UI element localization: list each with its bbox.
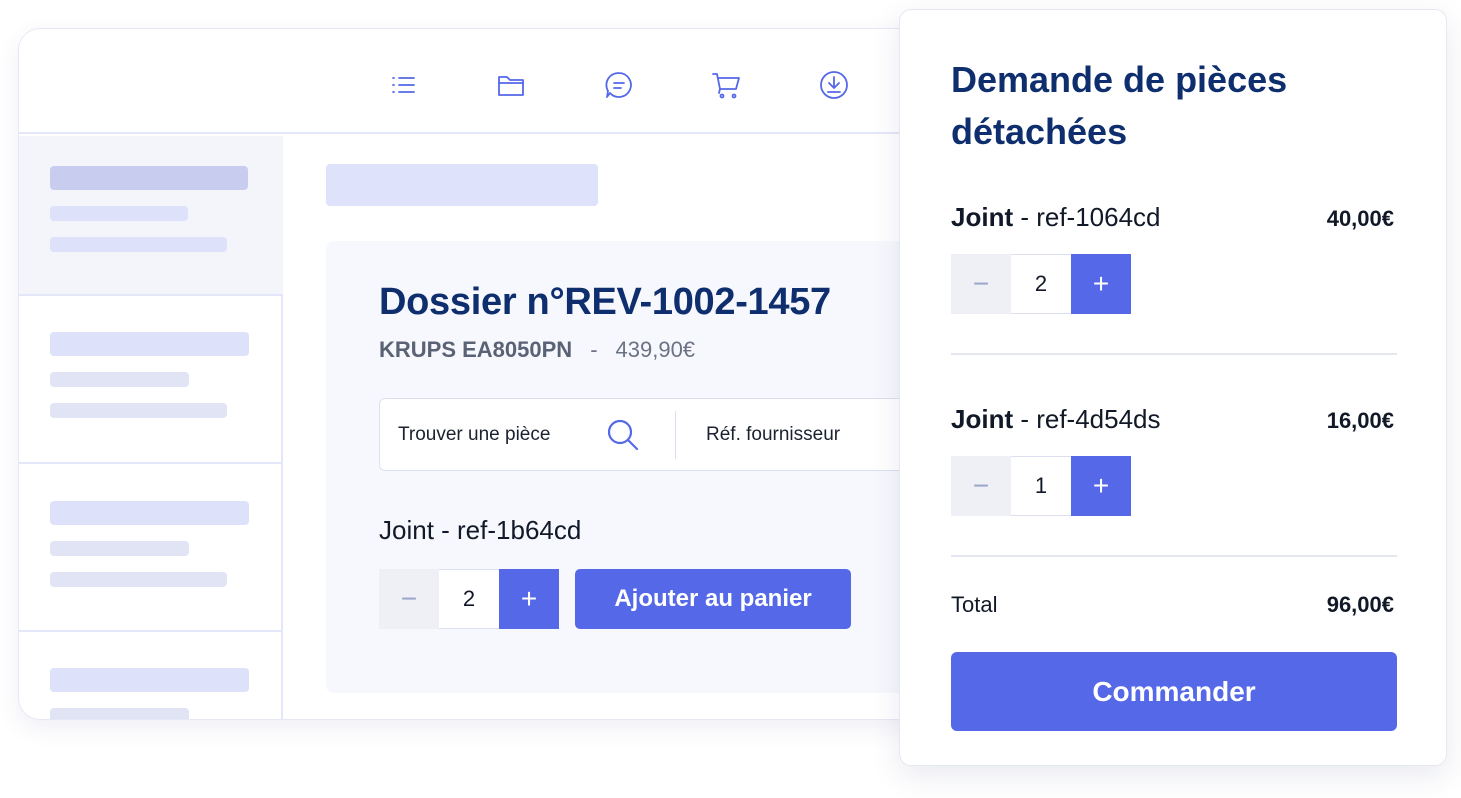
increment-button[interactable]: + — [1071, 456, 1131, 516]
cart-item-ref: - ref-4d54ds — [1013, 404, 1161, 434]
quantity-field[interactable]: 2 — [1011, 254, 1071, 314]
search-input[interactable]: Trouver une pièce — [398, 424, 550, 446]
supplier-ref-input[interactable]: Réf. fournisseur — [706, 424, 840, 446]
skeleton-line — [50, 501, 249, 525]
decrement-button[interactable]: − — [379, 569, 439, 629]
cart-item-name: Joint - ref-1064cd — [951, 202, 1161, 233]
cart-item-ref: - ref-1064cd — [1013, 202, 1161, 232]
skeleton-line — [50, 332, 249, 356]
search-icon[interactable] — [605, 417, 641, 453]
cart-item-price: 16,00€ — [1326, 408, 1394, 433]
app-window: Dossier n°REV-1002-1457 KRUPS EA8050PN -4… — [18, 28, 1018, 720]
cart-item-price: 40,00€ — [1326, 206, 1394, 231]
product-price: 439,90€ — [615, 337, 696, 362]
sidebar-item-active[interactable] — [19, 136, 283, 296]
cart-title: Demande de pièces détachées — [951, 59, 1288, 152]
order-button[interactable]: Commander — [951, 652, 1397, 731]
skeleton-line — [50, 206, 188, 221]
total-label: Total — [951, 592, 998, 617]
cart-icon[interactable] — [708, 67, 744, 103]
skeleton-line — [50, 668, 249, 692]
top-toolbar — [19, 29, 1017, 134]
part-label: Joint - ref-1b64cd — [379, 515, 582, 545]
skeleton-line — [50, 372, 189, 387]
download-icon[interactable] — [816, 67, 852, 103]
add-to-cart-button[interactable]: Ajouter au panier — [575, 569, 851, 629]
sidebar-item[interactable] — [19, 634, 283, 719]
product-model: KRUPS EA8050PN — [379, 337, 573, 362]
divider — [675, 411, 676, 459]
cart-item-name: Joint - ref-4d54ds — [951, 404, 1161, 435]
skeleton-line — [50, 403, 227, 418]
separator: - — [590, 337, 598, 362]
sidebar — [19, 136, 283, 719]
dossier-title: Dossier n°REV-1002-1457 — [379, 281, 831, 323]
decrement-button[interactable]: − — [951, 456, 1011, 516]
quantity-stepper: − 2 + — [951, 254, 1131, 314]
skeleton-line — [50, 237, 227, 252]
quantity-stepper: − 1 + — [951, 456, 1131, 516]
divider — [951, 555, 1397, 557]
quantity-field[interactable]: 2 — [439, 569, 499, 629]
dossier-subtitle: KRUPS EA8050PN -439,90€ — [379, 337, 695, 363]
skeleton-line — [50, 541, 189, 556]
page-title-skeleton — [326, 164, 598, 206]
chat-icon[interactable] — [601, 67, 637, 103]
skeleton-line — [50, 166, 248, 190]
cart-panel: Demande de pièces détachées Joint - ref-… — [899, 9, 1447, 766]
cart-item-part: Joint — [951, 202, 1014, 232]
increment-button[interactable]: + — [499, 569, 559, 629]
folder-icon[interactable] — [493, 67, 529, 103]
quantity-field[interactable]: 1 — [1011, 456, 1071, 516]
divider — [951, 353, 1397, 355]
quantity-stepper: − 2 + — [379, 569, 559, 629]
decrement-button[interactable]: − — [951, 254, 1011, 314]
increment-button[interactable]: + — [1071, 254, 1131, 314]
skeleton-line — [50, 572, 227, 587]
total-value: 96,00€ — [1326, 592, 1394, 617]
sidebar-item[interactable] — [19, 466, 283, 632]
skeleton-line — [50, 708, 189, 719]
sidebar-item[interactable] — [19, 298, 283, 464]
cart-item-part: Joint — [951, 404, 1014, 434]
list-icon[interactable] — [386, 67, 422, 103]
